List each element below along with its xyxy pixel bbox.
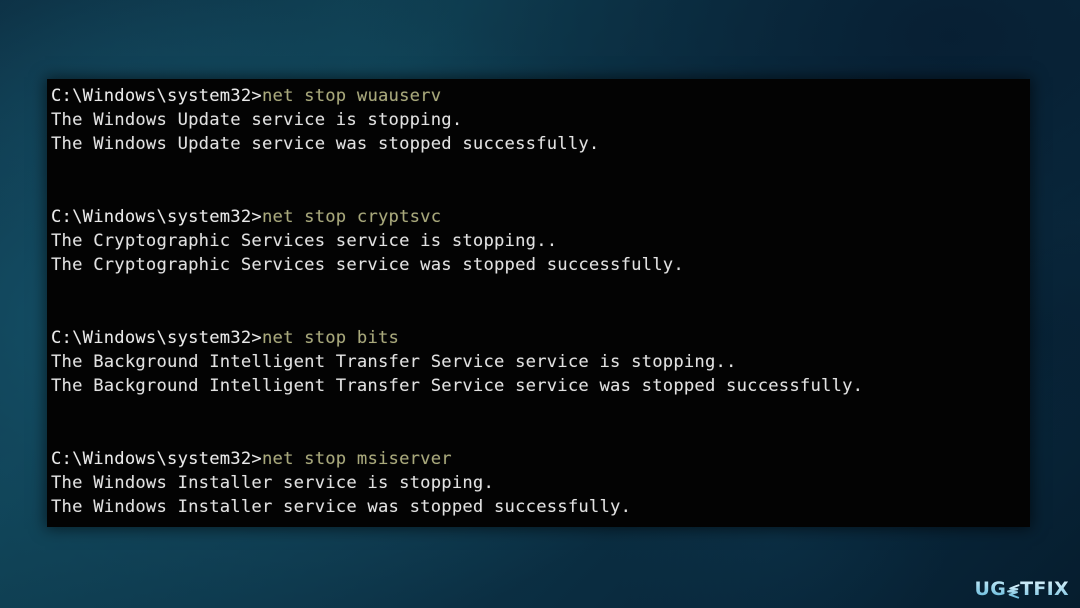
terminal-command-line: C:\Windows\system32>net stop wuauserv bbox=[51, 84, 1030, 108]
terminal-command-line: C:\Windows\system32>net stop bits bbox=[51, 326, 1030, 350]
terminal-output-line: The Windows Installer service is stoppin… bbox=[51, 473, 495, 493]
terminal-command-text: net stop bits bbox=[261, 327, 400, 348]
command-prompt-window[interactable]: C:\Windows\system32>net stop wuauserv The… bbox=[47, 79, 1030, 527]
terminal-output-line: The Windows Installer service was stoppe… bbox=[51, 497, 632, 518]
terminal-command-text: net stop cryptsvc bbox=[261, 206, 442, 227]
terminal-output-line: The Background Intelligent Transfer Serv… bbox=[51, 376, 864, 397]
watermark-text-start: UG bbox=[974, 578, 1007, 600]
terminal-output-line: The Windows Update service was stopped s… bbox=[51, 134, 600, 155]
ugetfix-watermark: UG TFIX bbox=[975, 580, 1069, 599]
terminal-output-area: C:\Windows\system32>net stop wuauserv The… bbox=[51, 84, 1030, 519]
terminal-prompt: C:\Windows\system32> bbox=[51, 86, 262, 106]
watermark-text-end: TFIX bbox=[1020, 578, 1069, 600]
terminal-output-line: The Windows Update service is stopping. bbox=[51, 110, 463, 131]
terminal-output-line: The Background Intelligent Transfer Serv… bbox=[51, 352, 737, 373]
terminal-prompt: C:\Windows\system32> bbox=[51, 206, 262, 227]
screenshot-canvas: C:\Windows\system32>net stop wuauserv The… bbox=[0, 0, 1080, 608]
terminal-command-line: C:\Windows\system32>net stop msiserver bbox=[51, 447, 1030, 471]
terminal-prompt: C:\Windows\system32> bbox=[51, 448, 262, 469]
terminal-command-text: net stop msiserver bbox=[261, 448, 452, 469]
stylized-e-icon bbox=[1005, 584, 1020, 599]
terminal-output-line: The Cryptographic Services service was s… bbox=[51, 255, 684, 276]
terminal-output-line: The Cryptographic Services service is st… bbox=[51, 231, 558, 252]
terminal-command-text: net stop wuauserv bbox=[261, 86, 442, 106]
terminal-command-line: C:\Windows\system32>net stop cryptsvc bbox=[51, 205, 1030, 229]
terminal-prompt: C:\Windows\system32> bbox=[51, 327, 262, 348]
